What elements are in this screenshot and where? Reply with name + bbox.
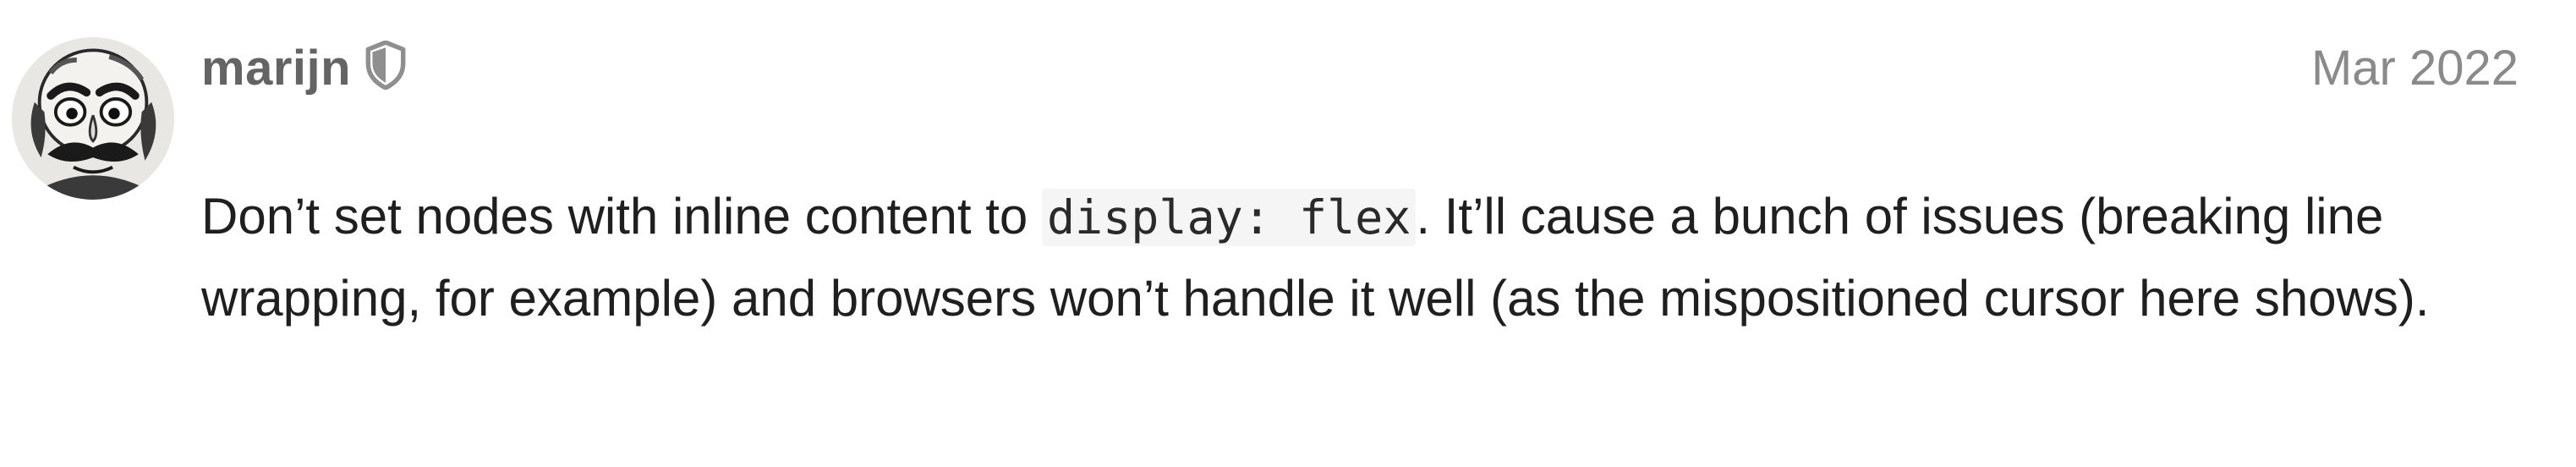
post-paragraph: Don’t set nodes with inline content to d… (201, 176, 2502, 339)
body-text-before-code: Don’t set nodes with inline content to (201, 188, 1042, 244)
forum-post: marijn Mar 2022 Don’t set nodes with inl… (0, 0, 2576, 467)
username-link[interactable]: marijn (201, 40, 351, 96)
inline-code: display: flex (1041, 189, 1417, 246)
user-avatar[interactable] (12, 37, 174, 200)
post-body: Don’t set nodes with inline content to d… (201, 176, 2502, 339)
caricature-avatar-icon (12, 37, 174, 200)
post-meta: marijn Mar 2022 (201, 32, 2535, 103)
post-date[interactable]: Mar 2022 (2311, 40, 2535, 96)
shield-icon (364, 41, 407, 90)
